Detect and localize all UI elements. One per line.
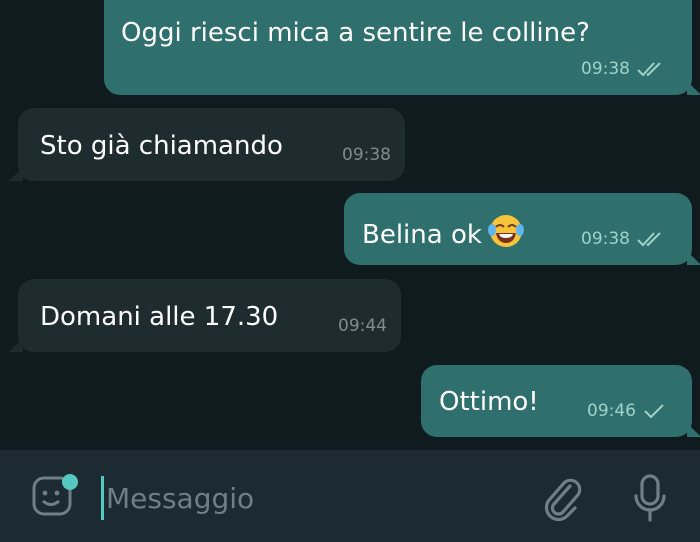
message-time: 09:38: [581, 59, 630, 79]
message-meta: 09:46: [587, 395, 666, 427]
message-time: 09:38: [581, 229, 630, 249]
message-time: 09:38: [342, 145, 391, 165]
message-text-content: Belina ok: [362, 220, 482, 250]
message-time: 09:46: [587, 401, 636, 421]
microphone-icon[interactable]: [630, 472, 670, 528]
message-bubble-outgoing[interactable]: Ottimo! 09:46: [421, 365, 700, 437]
message-text: Sto già chiamando: [40, 131, 283, 161]
message-text: Domani alle 17.30: [40, 302, 279, 332]
message-time: 09:44: [338, 316, 387, 336]
message-bubble-outgoing[interactable]: Belina ok 09:38: [344, 193, 700, 265]
double-check-icon: [636, 231, 666, 247]
message-meta: 09:38: [581, 53, 666, 85]
chat-area: Oggi riesci mica a sentire le colline? 0…: [0, 0, 700, 450]
message-meta: 09:38: [342, 139, 391, 171]
text-cursor: [101, 476, 104, 520]
message-text: Ottimo!: [439, 387, 539, 417]
message-meta: 09:38: [581, 223, 666, 255]
laughing-emoji-icon: [487, 213, 524, 249]
message-bubble-incoming[interactable]: Sto già chiamando 09:38: [9, 108, 405, 181]
paperclip-icon[interactable]: [540, 474, 584, 526]
check-icon: [642, 403, 666, 419]
message-bubble-incoming[interactable]: Domani alle 17.30 09:44: [9, 279, 401, 352]
message-bubble-outgoing[interactable]: Oggi riesci mica a sentire le colline? 0…: [104, 0, 700, 95]
message-input[interactable]: Messaggio: [106, 482, 254, 515]
double-check-icon: [636, 61, 666, 77]
message-composer: [0, 450, 700, 542]
message-meta: 09:44: [338, 310, 387, 342]
message-text: Oggi riesci mica a sentire le colline?: [121, 18, 590, 48]
sticker-icon[interactable]: [30, 470, 82, 526]
message-text: Belina ok: [362, 213, 524, 251]
